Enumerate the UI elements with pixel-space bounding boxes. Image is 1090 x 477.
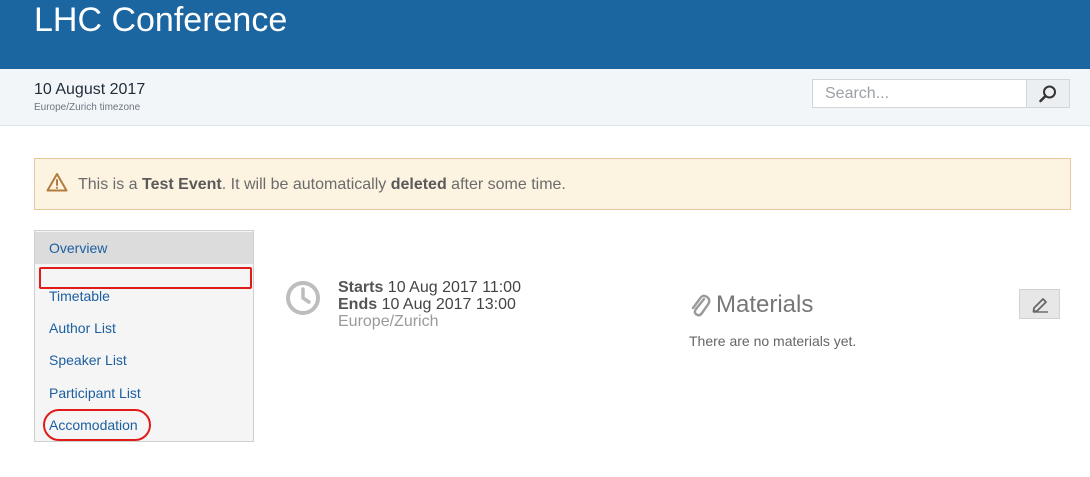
event-times: Starts 10 Aug 2017 11:00 Ends 10 Aug 201…: [338, 279, 521, 330]
menu-item-speaker-list[interactable]: Speaker List: [35, 344, 253, 376]
event-date: 10 August 2017: [34, 81, 146, 98]
paperclip-icon: [691, 294, 711, 317]
edit-materials-button[interactable]: [1019, 289, 1060, 319]
search-icon: [1039, 85, 1056, 102]
schedule-timezone: Europe/Zurich: [338, 313, 439, 330]
warning-icon: [46, 173, 68, 192]
menu-item-overview[interactable]: Overview: [35, 232, 253, 264]
menu-item-timetable[interactable]: Timetable: [35, 280, 253, 312]
menu-item-author-list[interactable]: Author List: [35, 312, 253, 344]
materials-empty-text: There are no materials yet.: [689, 333, 857, 349]
materials-title: Materials: [716, 291, 814, 318]
pencil-icon: [1032, 298, 1048, 313]
clock-icon: [286, 281, 320, 315]
search-input[interactable]: [813, 80, 1027, 107]
event-menu: Overview Timetable Author List Speaker L…: [34, 230, 254, 442]
test-event-alert: This is a Test Event. It will be automat…: [34, 158, 1071, 210]
conference-title[interactable]: LHC Conference: [34, 0, 287, 40]
end-time: Ends 10 Aug 2017 13:00: [338, 296, 516, 313]
search-button[interactable]: [1026, 80, 1069, 107]
page-header: LHC Conference: [0, 0, 1090, 69]
event-timezone: Europe/Zurich timezone: [34, 102, 141, 113]
search-box: [812, 79, 1070, 108]
menu-item-accomodation[interactable]: Accomodation: [35, 409, 253, 441]
menu-item-participant-list[interactable]: Participant List: [35, 377, 253, 409]
alert-message: This is a Test Event. It will be automat…: [78, 176, 566, 193]
start-time: Starts 10 Aug 2017 11:00: [338, 279, 521, 296]
